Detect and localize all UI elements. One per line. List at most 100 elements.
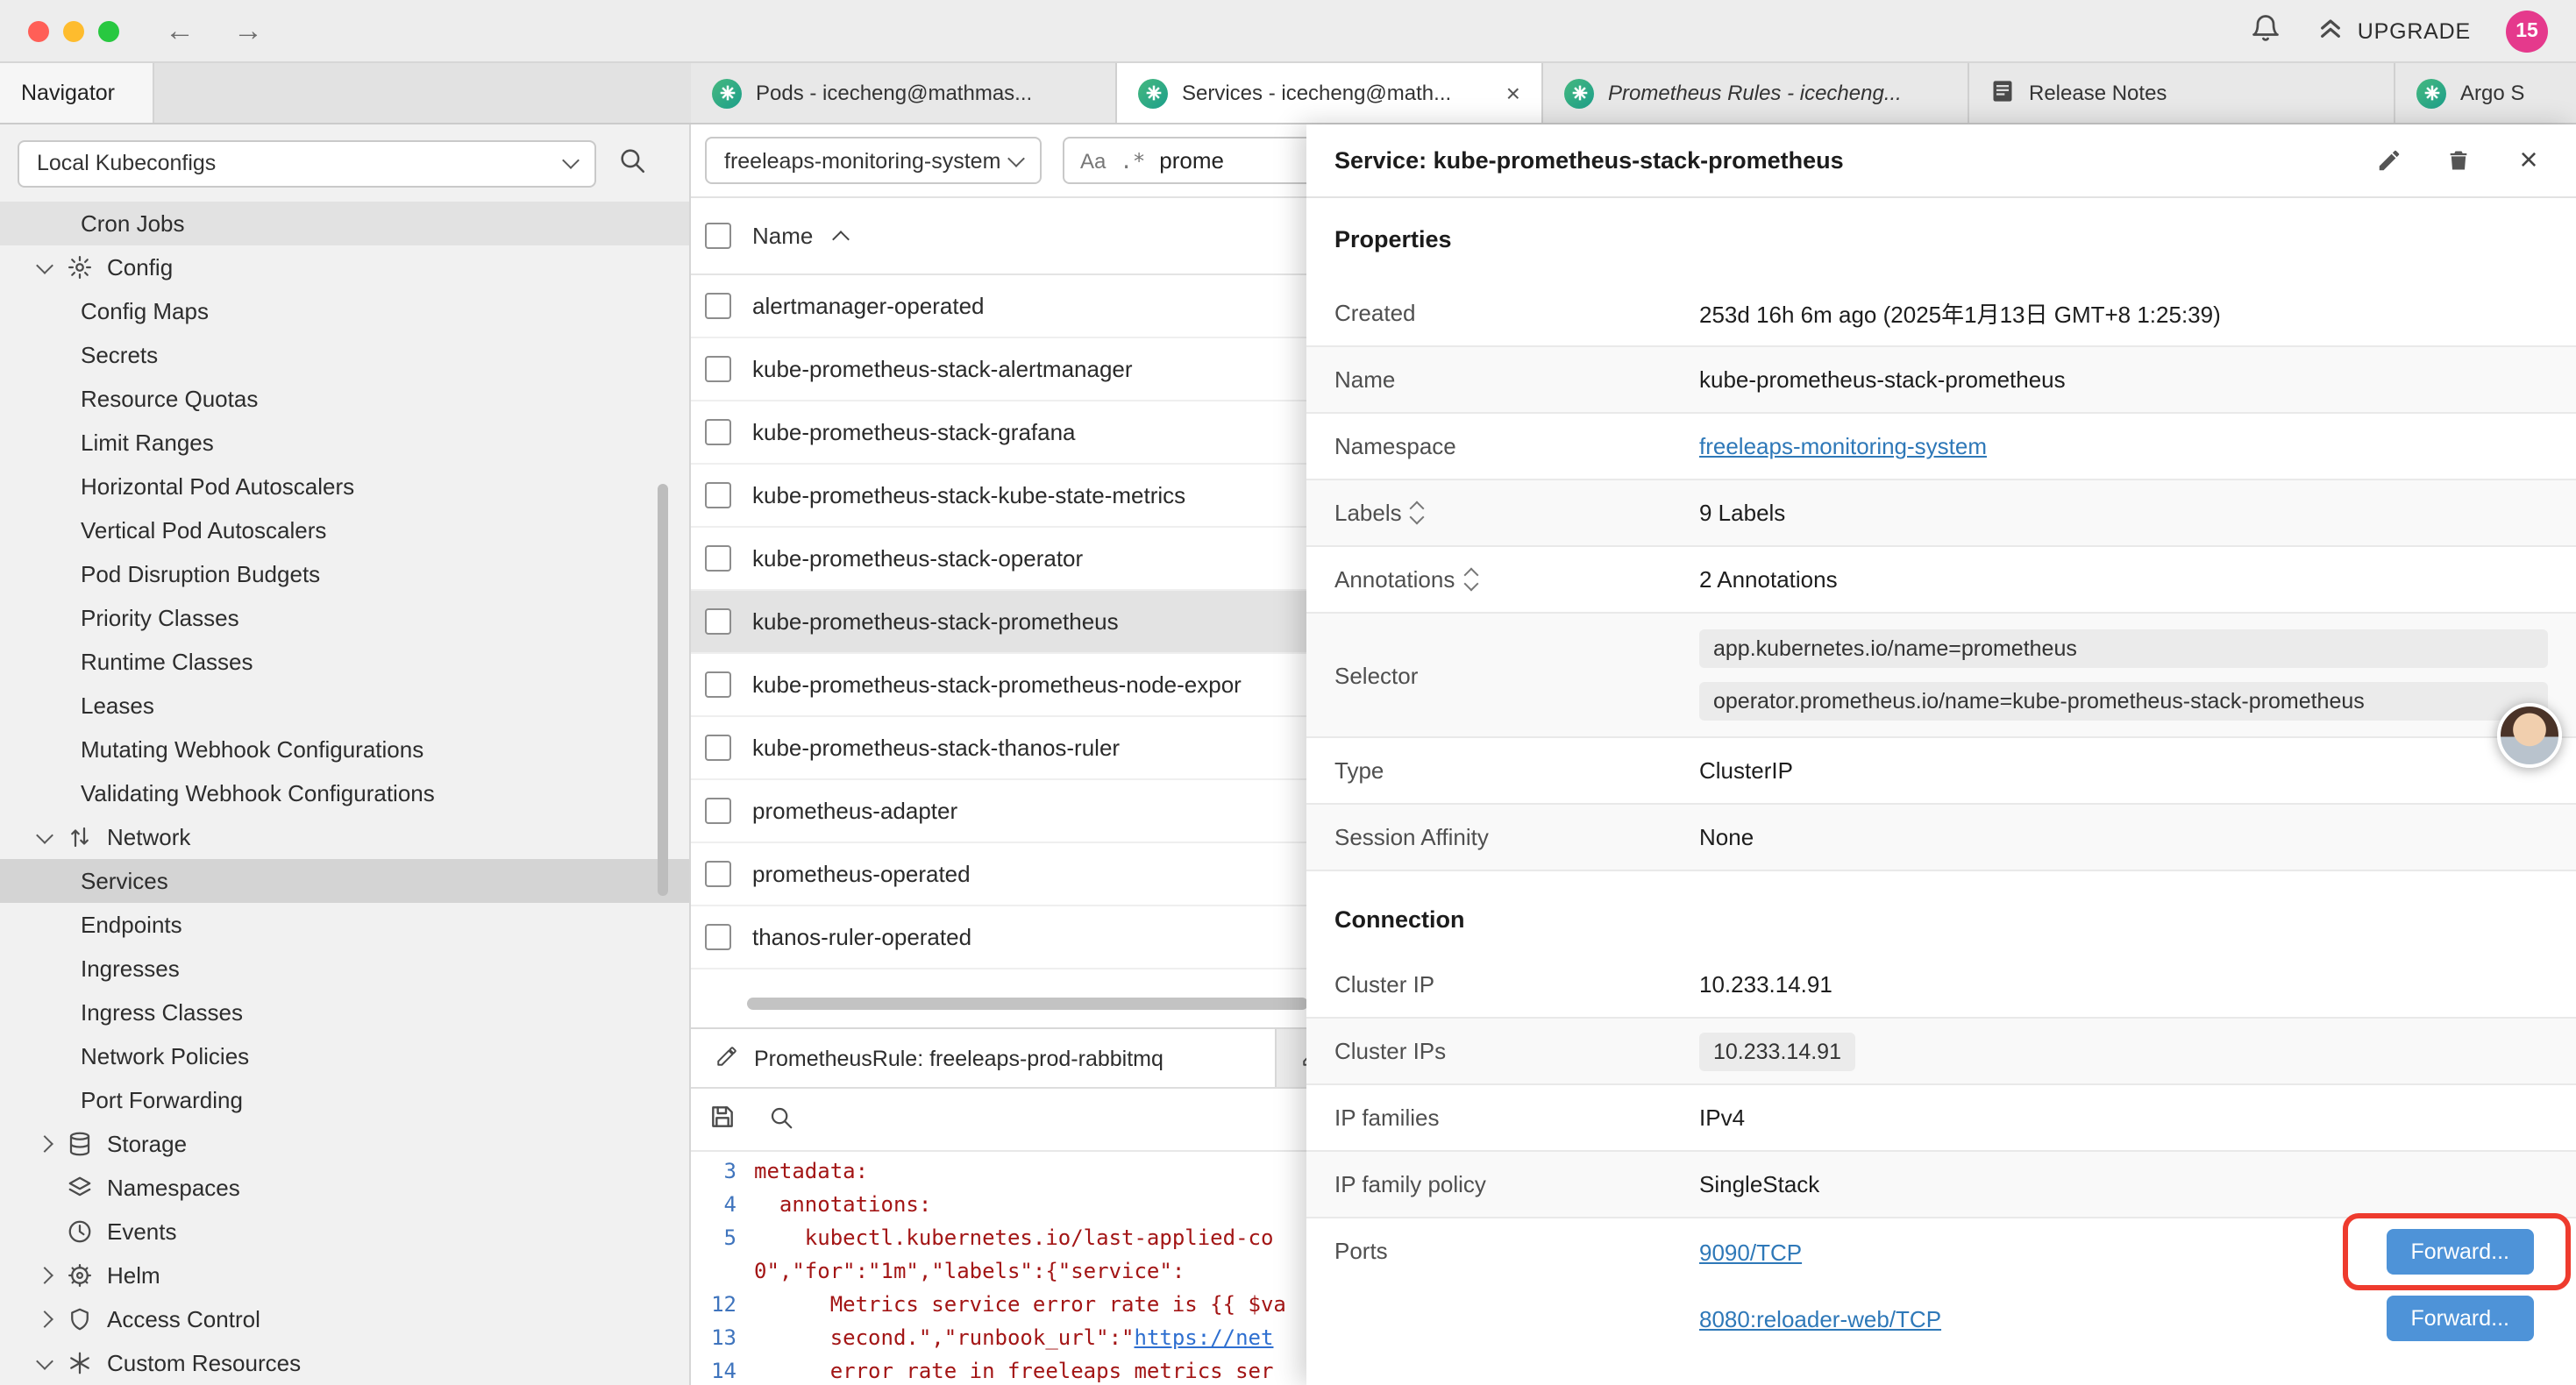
expand-collapse-icon[interactable] [1413, 503, 1423, 522]
port-entry: 8080:reloader-web/TCP Forward... [1699, 1285, 2548, 1352]
sidebar-item-events[interactable]: Events [0, 1210, 689, 1254]
sidebar-item-config-maps[interactable]: Config Maps [0, 289, 689, 333]
service-name: prometheus-adapter [752, 798, 957, 824]
sidebar-item-cron-jobs[interactable]: Cron Jobs [0, 202, 689, 245]
tab-close-icon[interactable]: × [1506, 79, 1520, 107]
drawer-row-session-affinity: Session Affinity None [1306, 805, 2576, 871]
sidebar-item-priority-classes[interactable]: Priority Classes [0, 596, 689, 640]
row-checkbox[interactable] [705, 671, 731, 698]
sidebar-item-services[interactable]: Services [0, 859, 689, 903]
port-forward-button[interactable]: Forward... [2386, 1296, 2534, 1341]
save-icon[interactable] [708, 1103, 737, 1136]
sidebar-item-runtime-classes[interactable]: Runtime Classes [0, 640, 689, 684]
line-number [691, 1255, 754, 1289]
edit-pencil-icon[interactable] [2369, 141, 2408, 180]
sidebar-item-pod-disruption-budgets[interactable]: Pod Disruption Budgets [0, 552, 689, 596]
line-number: 12 [691, 1289, 754, 1322]
line-number: 5 [691, 1222, 754, 1255]
dock-tab-label: PrometheusRule: freeleaps-prod-rabbitmq [754, 1046, 1163, 1070]
editor-search-icon[interactable] [768, 1104, 794, 1135]
sidebar-group-access-control[interactable]: Access Control [0, 1297, 689, 1341]
sidebar-item-validating-webhook-configurations[interactable]: Validating Webhook Configurations [0, 771, 689, 815]
window-zoom-button[interactable] [98, 20, 119, 41]
row-checkbox[interactable] [705, 482, 731, 508]
row-checkbox[interactable] [705, 356, 731, 382]
window-close-button[interactable] [28, 20, 49, 41]
sidebar-item-resource-quotas[interactable]: Resource Quotas [0, 377, 689, 421]
namespace-link[interactable]: freeleaps-monitoring-system [1699, 433, 1987, 459]
sidebar-item-port-forwarding[interactable]: Port Forwarding [0, 1078, 689, 1122]
sidebar-item-network-policies[interactable]: Network Policies [0, 1034, 689, 1078]
tab-pods[interactable]: Pods - icecheng@mathmas... [691, 63, 1117, 123]
port-link-9090[interactable]: 9090/TCP [1699, 1239, 1802, 1265]
match-case-toggle[interactable]: Aa [1080, 148, 1106, 173]
select-all-checkbox[interactable] [705, 223, 731, 249]
sidebar-item-namespaces[interactable]: Namespaces [0, 1166, 689, 1210]
drawer-close-icon[interactable]: × [2509, 141, 2548, 180]
row-checkbox[interactable] [705, 545, 731, 572]
sort-ascending-icon[interactable] [831, 231, 849, 248]
tab-label: Services - icecheng@math... [1182, 81, 1485, 105]
search-input[interactable] [1159, 147, 1299, 174]
row-checkbox[interactable] [705, 735, 731, 761]
tab-argo[interactable]: Argo S [2395, 63, 2576, 123]
line-number: 13 [691, 1322, 754, 1355]
row-checkbox[interactable] [705, 419, 731, 445]
service-name: prometheus-operated [752, 861, 971, 887]
sidebar-item-ingresses[interactable]: Ingresses [0, 947, 689, 991]
sidebar-item-horizontal-pod-autoscalers[interactable]: Horizontal Pod Autoscalers [0, 465, 689, 508]
history-forward-button[interactable]: → [233, 13, 263, 48]
navigator-panel-tab[interactable]: Navigator [0, 63, 154, 123]
sidebar-item-endpoints[interactable]: Endpoints [0, 903, 689, 947]
regex-toggle[interactable]: .* [1120, 148, 1145, 173]
delete-trash-icon[interactable] [2439, 141, 2478, 180]
sidebar-group-config[interactable]: Config [0, 245, 689, 289]
window-minimize-button[interactable] [63, 20, 84, 41]
port-link-8080[interactable]: 8080:reloader-web/TCP [1699, 1305, 1941, 1332]
row-checkbox[interactable] [705, 798, 731, 824]
code-url-link[interactable]: https://net [1135, 1325, 1274, 1350]
dock-tab-prometheusrule[interactable]: PrometheusRule: freeleaps-prod-rabbitmq [691, 1029, 1277, 1087]
upgrade-button[interactable]: UPGRADE [2317, 14, 2471, 47]
table-horizontal-scrollbar[interactable] [747, 998, 1308, 1010]
sidebar-item-label: Config Maps [81, 298, 209, 324]
row-checkbox[interactable] [705, 608, 731, 635]
tab-services[interactable]: Services - icecheng@math... × [1117, 63, 1543, 123]
sidebar-item-ingress-classes[interactable]: Ingress Classes [0, 991, 689, 1034]
sidebar-item-secrets[interactable]: Secrets [0, 333, 689, 377]
sidebar-item-limit-ranges[interactable]: Limit Ranges [0, 421, 689, 465]
notifications-bell-icon[interactable] [2251, 12, 2282, 49]
sidebar-group-helm[interactable]: Helm [0, 1254, 689, 1297]
drawer-row-cluster-ips: Cluster IPs 10.233.14.91 [1306, 1019, 2576, 1085]
sidebar-group-custom-resources[interactable]: Custom Resources [0, 1341, 689, 1385]
row-label: IP family policy [1334, 1171, 1699, 1197]
sidebar-item-mutating-webhook-configurations[interactable]: Mutating Webhook Configurations [0, 728, 689, 771]
drawer-row-cluster-ip: Cluster IP 10.233.14.91 [1306, 952, 2576, 1019]
notification-count-badge[interactable]: 15 [2506, 10, 2548, 52]
history-back-button[interactable]: ← [165, 13, 195, 48]
tab-prometheus-rules[interactable]: Prometheus Rules - icecheng... [1543, 63, 1969, 123]
sidebar-group-storage[interactable]: Storage [0, 1122, 689, 1166]
sidebar-group-network[interactable]: Network [0, 815, 689, 859]
sidebar-scrollbar[interactable] [658, 484, 668, 896]
sidebar-item-leases[interactable]: Leases [0, 684, 689, 728]
row-checkbox[interactable] [705, 924, 731, 950]
drawer-row-ports: Ports 9090/TCP Forward... 8080:reloader-… [1306, 1218, 2576, 1352]
port-forward-button[interactable]: Forward... [2386, 1229, 2534, 1275]
kubeconfig-selector[interactable]: Local Kubeconfigs [18, 139, 596, 187]
cluster-ip-badge: 10.233.14.91 [1699, 1032, 1855, 1070]
drawer-row-labels: Labels 9 Labels [1306, 480, 2576, 547]
floating-avatar[interactable] [2497, 703, 2562, 768]
namespace-selector[interactable]: freeleaps-monitoring-system [705, 137, 1042, 184]
annotations-count[interactable]: 2 Annotations [1699, 566, 2548, 593]
sidebar-search-icon[interactable] [617, 146, 647, 181]
sidebar-item-vertical-pod-autoscalers[interactable]: Vertical Pod Autoscalers [0, 508, 689, 552]
drawer-row-name: Name kube-prometheus-stack-prometheus [1306, 347, 2576, 414]
labels-count[interactable]: 9 Labels [1699, 500, 2548, 526]
row-checkbox[interactable] [705, 293, 731, 319]
expand-collapse-icon[interactable] [1465, 570, 1476, 589]
name-column-header[interactable]: Name [752, 223, 813, 249]
tab-release-notes[interactable]: Release Notes [1969, 63, 2395, 123]
row-checkbox[interactable] [705, 861, 731, 887]
code-text: 0","for":"1m","labels":{"service": [754, 1255, 1185, 1289]
